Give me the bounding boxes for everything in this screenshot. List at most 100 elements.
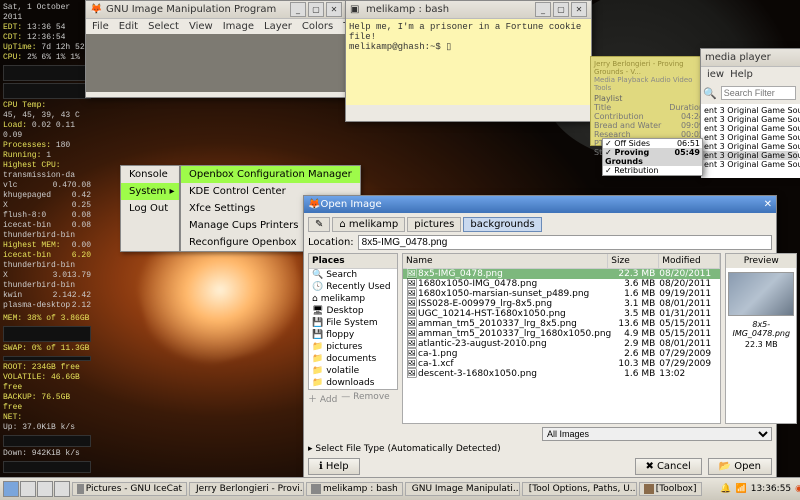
workspace-3[interactable] bbox=[37, 481, 53, 497]
menu-file[interactable]: File bbox=[92, 21, 109, 32]
list-item[interactable]: ent 3 Original Game Soundtrack bbox=[703, 133, 798, 142]
task-gimp-tooloptions[interactable]: [Tool Options, Paths, U... bbox=[522, 482, 637, 496]
place-documents[interactable]: 📁 documents bbox=[309, 353, 397, 365]
file-row[interactable]: 🖼amman_tm5_2010337_lrg_1680x1050.png4.9 … bbox=[403, 329, 720, 339]
menu-edit[interactable]: Edit bbox=[119, 21, 138, 32]
taskbar[interactable]: Pictures - GNU IceCat Jerry Berlongieri … bbox=[0, 477, 800, 500]
place-desktop[interactable]: 🖥 Desktop bbox=[309, 305, 397, 317]
system-tray[interactable]: 🔔 📶 13:36:55 ◉ bbox=[720, 484, 800, 494]
list-item[interactable]: ent 3 Original Game Soundtrack bbox=[703, 106, 798, 115]
menu-layer[interactable]: Layer bbox=[264, 21, 292, 32]
file-row[interactable]: 🖼8x5-IMG_0478.png22.3 MB08/20/2011 bbox=[403, 269, 720, 279]
filetype-expander[interactable]: ▸ Select File Type (Automatically Detect… bbox=[308, 444, 501, 454]
menu-konsole[interactable]: Konsole bbox=[121, 166, 179, 183]
place-recent[interactable]: 🕓 Recently Used bbox=[309, 281, 397, 293]
task-gimp-toolbox[interactable]: [Toolbox] bbox=[639, 482, 702, 496]
col-size[interactable]: Size bbox=[608, 254, 659, 268]
place-pictures[interactable]: 📁 pictures bbox=[309, 341, 397, 353]
list-item[interactable]: ent 3 Original Game Soundtrack bbox=[703, 124, 798, 133]
location-input[interactable] bbox=[358, 235, 772, 250]
terminal-window[interactable]: ▣ melikamp : bash _▢✕ Help me, I'm a pri… bbox=[345, 0, 592, 122]
cancel-button[interactable]: ✖ Cancel bbox=[635, 458, 702, 475]
task-vlc[interactable]: Jerry Berlongieri - Provi... bbox=[189, 482, 304, 496]
media-player-window[interactable]: media player iew Help 🔍 ent 3 Original G… bbox=[700, 48, 800, 175]
terminal-body[interactable]: Help me, I'm a prisoner in a Fortune coo… bbox=[346, 19, 591, 105]
menu-select[interactable]: Select bbox=[148, 21, 179, 32]
tray-clock[interactable]: 13:36:55 bbox=[751, 484, 791, 494]
file-row[interactable]: 🖼1680x1050-IMG_0478.png3.6 MB08/20/2011 bbox=[403, 279, 720, 289]
workspace-1[interactable] bbox=[3, 481, 19, 497]
menu-colors[interactable]: Colors bbox=[302, 21, 333, 32]
file-row[interactable]: 🖼atlantic-23-august-2010.png2.9 MB08/01/… bbox=[403, 339, 720, 349]
menu-image[interactable]: Image bbox=[223, 21, 254, 32]
list-item-selected[interactable]: ent 3 Original Game Soundtra... bbox=[703, 151, 798, 160]
playlist-row[interactable]: Contribution04:24 bbox=[594, 112, 704, 121]
gimp-menubar[interactable]: File Edit Select View Image Layer Colors… bbox=[86, 19, 346, 34]
tray-icon[interactable]: 📶 bbox=[736, 484, 747, 494]
place-floppy[interactable]: 💾 floppy bbox=[309, 329, 397, 341]
menu-openbox-config[interactable]: Openbox Configuration Manager bbox=[181, 166, 360, 183]
file-row[interactable]: 🖼ISS028-E-009979_lrg-8x5.png3.1 MB08/01/… bbox=[403, 299, 720, 309]
close-icon[interactable]: ✕ bbox=[764, 199, 772, 210]
crumb-home[interactable]: ⌂ melikamp bbox=[332, 217, 405, 232]
close-icon[interactable]: ✕ bbox=[571, 2, 587, 17]
file-row[interactable]: 🖼descent-3-1680x1050.png1.6 MB13:02 bbox=[403, 369, 720, 379]
task-terminal[interactable]: melikamp : bash bbox=[306, 482, 403, 496]
task-icecat[interactable]: Pictures - GNU IceCat bbox=[72, 482, 187, 496]
place-home[interactable]: ⌂ melikamp bbox=[309, 293, 397, 305]
list-item[interactable]: ent 3 Original Game Soundtrack bbox=[703, 142, 798, 151]
media-left-list[interactable]: ✓ Off Sides06:51 ✓ Proving Grounds05:49 … bbox=[602, 138, 703, 176]
file-row[interactable]: 🖼amman_tm5_2010337_lrg_8x5.png13.6 MB05/… bbox=[403, 319, 720, 329]
workspace-4[interactable] bbox=[54, 481, 70, 497]
open-image-dialog[interactable]: 🦊 Open Image ✕ ✎ ⌂ melikamp pictures bac… bbox=[303, 195, 777, 477]
add-bookmark[interactable]: ＋ Add bbox=[308, 392, 337, 405]
vlc-menubar[interactable]: Media Playback Audio Video Tools bbox=[594, 76, 704, 92]
min-icon[interactable]: _ bbox=[290, 2, 306, 17]
max-icon[interactable]: ▢ bbox=[308, 2, 324, 17]
gimp-window[interactable]: 🦊 GNU Image Manipulation Program _▢✕ Fil… bbox=[85, 0, 347, 98]
list-item[interactable]: ✓ Retribution bbox=[603, 166, 702, 175]
tray-ubuntu-icon[interactable]: ◉ bbox=[795, 484, 800, 494]
place-filesystem[interactable]: 💾 File System bbox=[309, 317, 397, 329]
list-item[interactable]: ent 3 Original Game Soundtrack bbox=[703, 160, 798, 169]
min-icon[interactable]: _ bbox=[535, 2, 551, 17]
crumb-pictures[interactable]: pictures bbox=[407, 217, 461, 232]
file-row[interactable]: 🖼UGC_10214-HST-1680x1050.png3.5 MB01/31/… bbox=[403, 309, 720, 319]
list-item-selected[interactable]: ✓ Proving Grounds05:49 bbox=[603, 148, 702, 166]
workspace-switcher[interactable] bbox=[3, 481, 70, 497]
place-volatile[interactable]: 📁 volatile bbox=[309, 365, 397, 377]
help-button[interactable]: ℹ Help bbox=[308, 458, 360, 475]
crumb-backgrounds[interactable]: backgrounds bbox=[463, 217, 541, 232]
menu-view[interactable]: iew bbox=[707, 69, 724, 80]
gimp-titlebar[interactable]: 🦊 GNU Image Manipulation Program _▢✕ bbox=[86, 1, 346, 19]
remove-bookmark[interactable]: — Remove bbox=[341, 392, 389, 405]
list-item[interactable]: ent 3 Original Game Soundtrack bbox=[703, 115, 798, 124]
workspace-2[interactable] bbox=[20, 481, 36, 497]
file-list[interactable]: Name Size Modified 🖼8x5-IMG_0478.png22.3… bbox=[402, 253, 721, 424]
pencil-icon[interactable]: ✎ bbox=[308, 217, 330, 232]
places-sidebar[interactable]: Places 🔍 Search 🕓 Recently Used ⌂ melika… bbox=[308, 253, 398, 390]
file-row[interactable]: 🖼ca-1.png2.6 MB07/29/2009 bbox=[403, 349, 720, 359]
file-row[interactable]: 🖼1680x1050-marsian-sunset_p489.png1.6 MB… bbox=[403, 289, 720, 299]
open-button[interactable]: 📂 Open bbox=[708, 458, 772, 475]
menu-help[interactable]: Help bbox=[730, 69, 753, 80]
task-gimp[interactable]: GNU Image Manipulati... bbox=[405, 482, 520, 496]
list-item[interactable]: ✓ Off Sides06:51 bbox=[603, 139, 702, 148]
media-titlebar[interactable]: media player bbox=[701, 49, 800, 67]
dialog-titlebar[interactable]: 🦊 Open Image ✕ bbox=[304, 196, 776, 213]
menu-system[interactable]: System ▸ bbox=[121, 183, 179, 200]
col-name[interactable]: Name bbox=[403, 254, 608, 268]
media-track-list[interactable]: ent 3 Original Game Soundtrack ent 3 Ori… bbox=[701, 104, 800, 178]
term-titlebar[interactable]: ▣ melikamp : bash _▢✕ bbox=[346, 1, 591, 19]
close-icon[interactable]: ✕ bbox=[326, 2, 342, 17]
place-search[interactable]: 🔍 Search bbox=[309, 269, 397, 281]
filetype-filter[interactable]: All Images bbox=[542, 427, 772, 441]
max-icon[interactable]: ▢ bbox=[553, 2, 569, 17]
menu-logout[interactable]: Log Out bbox=[121, 200, 179, 217]
vlc-playlist-window[interactable]: Jerry Berlongieri - Proving Grounds - V.… bbox=[590, 56, 708, 146]
place-downloads[interactable]: 📁 downloads bbox=[309, 377, 397, 389]
menu-view[interactable]: View bbox=[189, 21, 213, 32]
col-modified[interactable]: Modified bbox=[659, 254, 720, 268]
search-input[interactable] bbox=[721, 86, 796, 100]
tray-icon[interactable]: 🔔 bbox=[720, 484, 731, 494]
